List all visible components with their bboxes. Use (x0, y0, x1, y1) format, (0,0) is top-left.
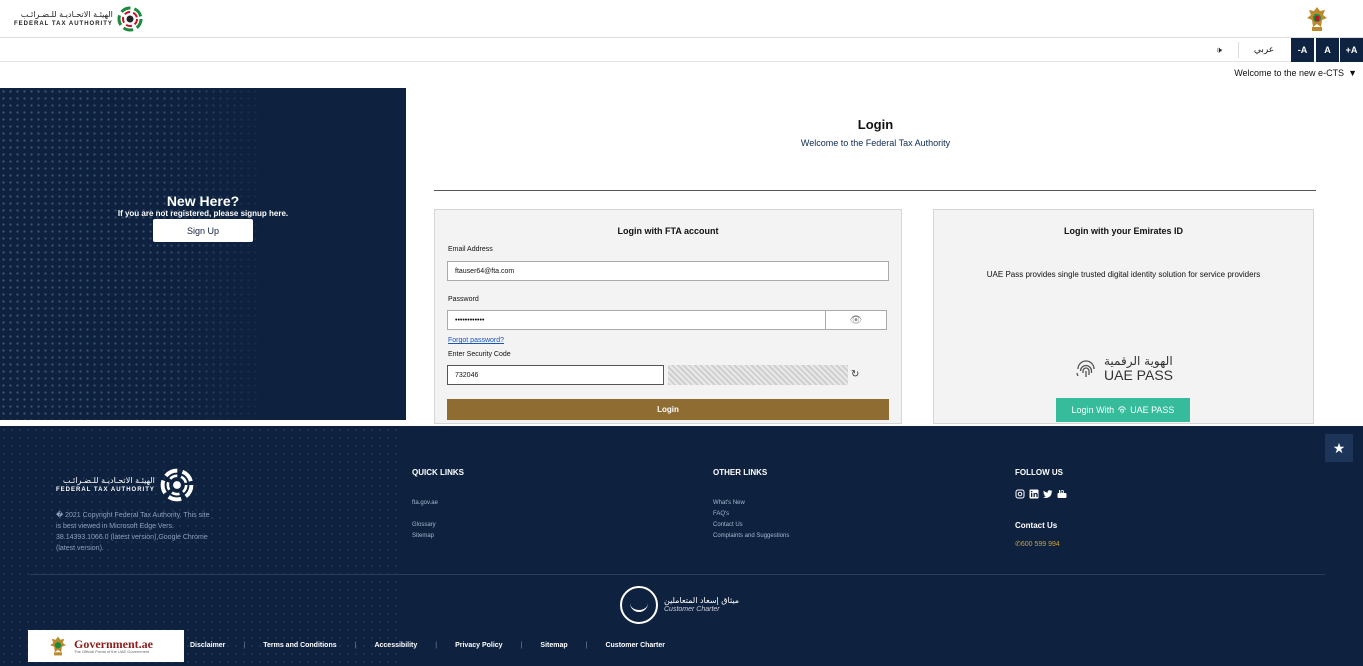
site-header: الهيئـة الاتحـاديـة للـضـرائـب FEDERAL T… (0, 0, 1363, 38)
font-increase-button[interactable]: +A (1340, 38, 1363, 62)
footer-logo-arabic: الهيئـة الاتحـاديـة للـضـرائـب (62, 476, 155, 485)
fta-logo[interactable]: الهيئـة الاتحـاديـة للـضـرائـب FEDERAL T… (14, 5, 143, 33)
uae-emblem-icon (1307, 7, 1327, 31)
email-label: Email Address (448, 246, 493, 253)
accessibility-link[interactable]: Accessibility (374, 642, 417, 649)
smile-icon (620, 586, 658, 624)
uae-pass-english: UAE PASS (1104, 367, 1173, 384)
fingerprint-icon (1118, 406, 1126, 414)
accessibility-toolbar: 🕩 عربي -A A +A (0, 38, 1363, 62)
charter-english: Customer Charter (664, 605, 720, 613)
sign-up-button[interactable]: Sign Up (153, 219, 253, 242)
quick-link-sitemap[interactable]: Sitemap (412, 532, 434, 541)
other-link-whats-new[interactable]: What's New (713, 499, 745, 508)
uae-pass-button-label: Login With (1071, 405, 1115, 415)
logo-english-text: FEDERAL TAX AUTHORITY (14, 21, 113, 27)
uae-emblem-icon (50, 636, 66, 656)
charter-arabic: ميثاق إسعاد المتعاملين (664, 595, 740, 605)
password-label: Password (448, 296, 479, 303)
footer-fta-logo[interactable]: الهيئـة الاتحـاديـة للـضـرائـب FEDERAL T… (56, 468, 194, 502)
star-icon[interactable]: ★ (1325, 434, 1353, 462)
quick-links-heading: QUICK LINKS (412, 468, 464, 477)
customer-charter-logo[interactable]: ميثاق إسعاد المتعاملين Customer Charter (620, 586, 739, 624)
other-link-contact[interactable]: Contact Us (713, 521, 743, 530)
security-code-label: Enter Security Code (448, 351, 511, 358)
site-footer: الهيئـة الاتحـاديـة للـضـرائـب FEDERAL T… (0, 426, 1363, 666)
quick-link-fta[interactable]: fta.gov.ae (412, 499, 438, 508)
welcome-text: Welcome to the new e-CTS (1234, 68, 1345, 78)
contact-phone-link[interactable]: ✆600 599 994 (1015, 540, 1060, 548)
bottom-links: Disclaimer | Terms and Conditions | Acce… (190, 642, 665, 649)
contact-us-heading: Contact Us (1015, 521, 1058, 530)
instagram-icon[interactable] (1015, 489, 1025, 499)
privacy-policy-link[interactable]: Privacy Policy (455, 642, 502, 649)
login-button[interactable]: Login (447, 399, 889, 420)
password-field[interactable]: •••••••••••• (447, 310, 827, 330)
youtube-icon[interactable] (1057, 489, 1067, 499)
toolbar-divider (1238, 42, 1239, 58)
forgot-password-link[interactable]: Forgot password? (448, 337, 504, 344)
login-subtitle: Welcome to the Federal Tax Authority (800, 138, 951, 148)
new-here-heading: New Here? (166, 193, 240, 209)
captcha-image (668, 365, 848, 385)
disclaimer-link[interactable]: Disclaimer (190, 642, 225, 649)
caret-down-icon: ▼ (1348, 68, 1357, 78)
social-links (1015, 489, 1067, 499)
linkedin-icon[interactable] (1029, 489, 1039, 499)
fta-logo-icon (117, 6, 143, 32)
footer-logo-english: FEDERAL TAX AUTHORITY (56, 487, 155, 493)
customer-charter-link[interactable]: Customer Charter (605, 642, 665, 649)
other-link-faqs[interactable]: FAQ's (713, 510, 729, 519)
welcome-dropdown[interactable]: Welcome to the new e-CTS ▼ (1234, 68, 1357, 78)
divider (434, 190, 1316, 191)
logo-arabic-text: الهيئـة الاتحـاديـة للـضـرائـب (20, 10, 113, 19)
emirates-id-card: Login with your Emirates ID UAE Pass pro… (933, 209, 1314, 424)
gov-subtitle: The Official Portal of the UAE Governmen… (74, 649, 150, 654)
refresh-captcha-icon[interactable]: ↻ (851, 369, 859, 380)
other-link-complaints[interactable]: Complaints and Suggestions (713, 532, 789, 541)
new-here-subtitle: If you are not registered, please signup… (117, 209, 289, 218)
signup-panel: New Here? If you are not registered, ple… (0, 88, 406, 420)
show-password-eye-icon[interactable]: 👁 (825, 310, 887, 330)
email-field[interactable]: ftauser64@fta.com (447, 261, 889, 281)
terms-link[interactable]: Terms and Conditions (263, 642, 336, 649)
arabic-language-link[interactable]: عربي (1250, 38, 1278, 62)
uae-pass-logo: الهوية الرقمية UAE PASS (1074, 354, 1173, 384)
font-decrease-button[interactable]: -A (1291, 38, 1314, 62)
government-ae-logo[interactable]: Government.ae The Official Portal of the… (28, 630, 184, 662)
quick-link-glossary[interactable]: Glossary (412, 521, 436, 530)
emirates-id-card-title: Login with your Emirates ID (1063, 226, 1183, 236)
fta-card-title: Login with FTA account (617, 226, 719, 236)
font-normal-button[interactable]: A (1316, 38, 1339, 62)
fta-logo-icon (160, 468, 194, 502)
sitemap-link[interactable]: Sitemap (540, 642, 567, 649)
footer-divider (30, 574, 1325, 575)
fingerprint-icon (1076, 360, 1095, 378)
twitter-icon[interactable] (1043, 489, 1053, 499)
login-title: Login (857, 117, 894, 132)
speaker-icon[interactable]: 🕩 (1207, 38, 1231, 62)
other-links-heading: OTHER LINKS (713, 468, 768, 477)
login-with-uae-pass-button[interactable]: Login With UAE PASS (1056, 398, 1190, 422)
follow-us-heading: FOLLOW US (1015, 468, 1063, 477)
copyright-text: � 2021 Copyright Federal Tax Authority. … (56, 512, 210, 552)
uae-pass-description: UAE Pass provides single trusted digital… (986, 270, 1261, 279)
security-code-field[interactable]: 732046 (447, 365, 664, 385)
uae-pass-button-brand: UAE PASS (1130, 405, 1175, 415)
